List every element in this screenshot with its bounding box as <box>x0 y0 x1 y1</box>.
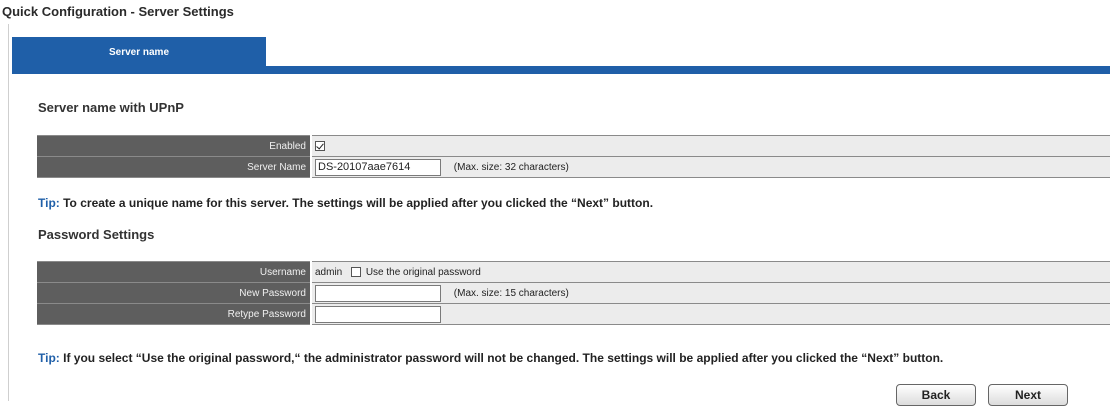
tip-text: If you select “Use the original password… <box>59 351 944 365</box>
new-password-hint: (Max. size: 15 characters) <box>453 287 569 299</box>
new-password-row: New Password (Max. size: 15 characters) <box>37 282 1110 304</box>
server-name-label: Server Name <box>37 156 312 178</box>
username-label: Username <box>37 261 312 283</box>
tab-server-name[interactable]: Server name <box>12 37 266 68</box>
retype-password-row: Retype Password <box>37 303 1110 325</box>
server-name-row: Server Name DS-20107aae7614 (Max. size: … <box>37 156 1110 178</box>
left-border-rule <box>8 24 9 401</box>
tip-password: Tip: If you select “Use the original pas… <box>38 351 943 365</box>
tip-label: Tip: <box>38 196 60 210</box>
back-button[interactable]: Back <box>896 384 976 406</box>
server-name-hint: (Max. size: 32 characters) <box>453 161 569 173</box>
new-password-input[interactable] <box>315 284 441 302</box>
next-button[interactable]: Next <box>988 384 1068 406</box>
server-name-input[interactable]: DS-20107aae7614 <box>315 158 441 176</box>
password-settings-table: Username admin Use the original password… <box>37 261 1110 325</box>
tip-label: Tip: <box>38 351 60 365</box>
use-original-password-label: Use the original password <box>365 266 481 278</box>
tip-server-name: Tip: To create a unique name for this se… <box>38 196 653 210</box>
username-value: admin <box>315 266 343 278</box>
use-original-password-checkbox[interactable] <box>351 266 362 277</box>
enabled-row: Enabled <box>37 135 1110 157</box>
password-section-title: Password Settings <box>38 227 155 242</box>
upnp-settings-table: Enabled Server Name DS-20107aae7614 (Max… <box>37 135 1110 178</box>
new-password-label: New Password <box>37 282 312 304</box>
tip-text: To create a unique name for this server.… <box>59 196 654 210</box>
retype-password-label: Retype Password <box>37 303 312 325</box>
username-row: Username admin Use the original password <box>37 261 1110 283</box>
enabled-label: Enabled <box>37 135 312 157</box>
upnp-section-title: Server name with UPnP <box>38 100 184 115</box>
retype-password-input[interactable] <box>315 305 441 323</box>
page-title: Quick Configuration - Server Settings <box>2 4 234 19</box>
enabled-checkbox[interactable] <box>315 140 325 151</box>
tab-label: Server name <box>108 47 170 58</box>
